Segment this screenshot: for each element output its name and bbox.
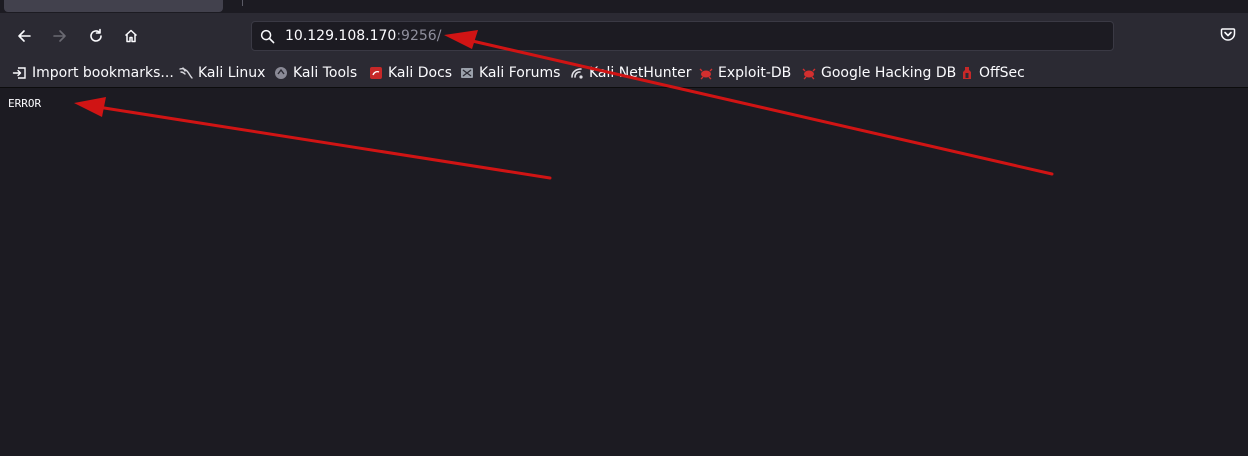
bookmarks-toolbar: Import bookmarks... Kali Linux Kali Tool…: [0, 60, 1248, 88]
home-icon[interactable]: [118, 23, 144, 49]
back-arrow-icon[interactable]: [11, 23, 37, 49]
bookmark-google-hacking-db[interactable]: Google Hacking DB: [801, 63, 956, 83]
pocket-icon[interactable]: [1220, 26, 1240, 46]
url-bar[interactable]: 10.129.108.170:9256/: [251, 21, 1114, 51]
page-content: ERROR: [0, 88, 1248, 456]
tab-strip: [0, 0, 1248, 13]
tab-separator: [242, 0, 243, 6]
bookmark-kali-linux[interactable]: Kali Linux: [178, 63, 265, 83]
bookmark-label: Kali Linux: [198, 65, 266, 81]
error-message: ERROR: [8, 97, 42, 110]
url-port: :9256/: [396, 28, 442, 44]
search-icon: [260, 29, 275, 48]
url-text[interactable]: 10.129.108.170:9256/: [285, 28, 441, 45]
bookmark-label: Kali Docs: [388, 65, 453, 81]
url-host: 10.129.108.170: [285, 28, 397, 44]
bookmark-kali-docs[interactable]: Kali Docs: [368, 63, 452, 83]
bookmark-label: OffSec: [979, 65, 1025, 81]
kali-dragon-icon: [178, 65, 194, 81]
bookmark-offsec[interactable]: OffSec: [959, 63, 1025, 83]
bookmark-label: Kali NetHunter: [589, 65, 692, 81]
bookmark-import[interactable]: Import bookmarks...: [12, 63, 174, 83]
kali-docs-icon: [368, 65, 384, 81]
kali-tools-icon: [273, 65, 289, 81]
bookmark-label: Google Hacking DB: [821, 65, 957, 81]
reload-icon[interactable]: [83, 23, 109, 49]
bookmark-kali-nethunter[interactable]: Kali NetHunter: [569, 63, 691, 83]
bookmark-exploit-db[interactable]: Exploit-DB: [698, 63, 791, 83]
bookmark-label: Kali Forums: [479, 65, 561, 81]
bookmark-label: Kali Tools: [293, 65, 358, 81]
forward-arrow-icon[interactable]: [47, 23, 73, 49]
bookmark-kali-tools[interactable]: Kali Tools: [273, 63, 357, 83]
navigation-toolbar: 10.129.108.170:9256/: [0, 13, 1248, 60]
bookmark-label: Import bookmarks...: [32, 65, 174, 81]
exploit-db-icon: [698, 65, 714, 81]
active-tab[interactable]: [4, 0, 223, 12]
import-icon: [12, 65, 28, 81]
offsec-icon: [959, 65, 975, 81]
ghdb-icon: [801, 65, 817, 81]
bookmark-label: Exploit-DB: [718, 65, 792, 81]
bookmark-kali-forums[interactable]: Kali Forums: [459, 63, 560, 83]
kali-forums-icon: [459, 65, 475, 81]
kali-nethunter-icon: [569, 65, 585, 81]
